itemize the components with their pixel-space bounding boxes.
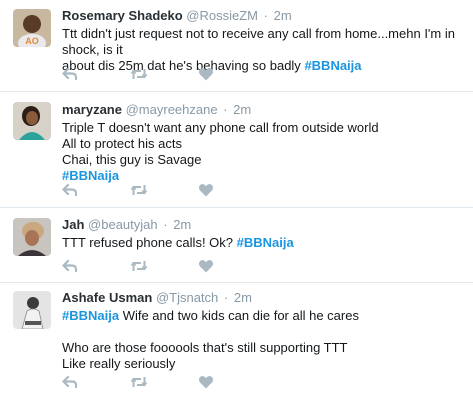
tweet-text-segment: Wife and two kids can die for all he car… <box>119 308 359 323</box>
tweet-header: Ashafe Usman @Tjsnatch · 2m <box>62 290 463 306</box>
hashtag-link[interactable]: #BBNaija <box>62 168 119 183</box>
separator: · <box>163 217 168 232</box>
tweet-header: Jah @beautyjah · 2m <box>62 217 463 233</box>
tweet[interactable]: maryzane @mayreehzane · 2m Triple T does… <box>0 92 473 208</box>
tweet-actions <box>62 258 222 274</box>
tweet-text-segment: All to protect his acts <box>62 136 182 151</box>
tweet-line: Who are those foooools that's still supp… <box>62 340 463 356</box>
hashtag-link[interactable]: #BBNaija <box>62 308 119 323</box>
heart-icon[interactable] <box>198 374 214 390</box>
separator: · <box>223 290 229 305</box>
tweet-text: Triple T doesn't want any phone call fro… <box>62 120 463 184</box>
tweet-text-segment: Chai, this guy is Savage <box>62 152 202 167</box>
heart-icon[interactable] <box>198 258 214 274</box>
tweet-feed: AO Rosemary Shadeko @RossieZM · 2m Ttt d… <box>0 0 473 400</box>
tweet-line: #BBNaija Wife and two kids can die for a… <box>62 308 463 324</box>
retweet-icon[interactable] <box>130 258 148 274</box>
tweet-line: Like really seriously <box>62 356 463 372</box>
tweet-line: Chai, this guy is Savage <box>62 152 463 168</box>
author-name[interactable]: Ashafe Usman <box>62 290 152 305</box>
avatar[interactable] <box>13 218 51 256</box>
tweet-line <box>62 324 463 340</box>
tweet-line: TTT refused phone calls! Ok? #BBNaija <box>62 235 463 251</box>
avatar[interactable] <box>13 291 51 329</box>
tweet[interactable]: Jah @beautyjah · 2m TTT refused phone ca… <box>0 208 473 283</box>
tweet-content: Rosemary Shadeko @RossieZM · 2m Ttt didn… <box>62 8 463 74</box>
timestamp[interactable]: 2m <box>173 217 191 232</box>
reply-icon[interactable] <box>62 258 78 274</box>
tweet-text-segment: Like really seriously <box>62 356 176 371</box>
avatar[interactable]: AO <box>13 9 51 47</box>
reply-icon[interactable] <box>62 374 78 390</box>
author-name[interactable]: maryzane <box>62 102 122 117</box>
tweet-text-segment: Ttt didn't just request not to receive a… <box>62 26 455 57</box>
tweet-text: TTT refused phone calls! Ok? #BBNaija <box>62 235 463 251</box>
tweet-line: Ttt didn't just request not to receive a… <box>62 26 463 58</box>
tweet-actions <box>62 66 222 82</box>
svg-text:AO: AO <box>25 36 39 46</box>
author-handle[interactable]: @mayreehzane <box>126 102 218 117</box>
author-handle[interactable]: @Tjsnatch <box>156 290 218 305</box>
separator: · <box>223 102 228 117</box>
tweet-actions <box>62 374 222 390</box>
reply-icon[interactable] <box>62 182 78 198</box>
tweet-header: maryzane @mayreehzane · 2m <box>62 102 463 118</box>
tweet-header: Rosemary Shadeko @RossieZM · 2m <box>62 8 463 24</box>
tweet[interactable]: Ashafe Usman @Tjsnatch · 2m #BBNaija Wif… <box>0 283 473 400</box>
hashtag-link[interactable]: #BBNaija <box>304 58 361 73</box>
avatar[interactable] <box>13 102 51 140</box>
tweet-text-segment: TTT refused phone calls! Ok? <box>62 235 237 250</box>
reply-icon[interactable] <box>62 66 78 82</box>
heart-icon[interactable] <box>198 182 214 198</box>
author-name[interactable]: Rosemary Shadeko <box>62 8 183 23</box>
timestamp[interactable]: 2m <box>274 8 292 23</box>
tweet-text: #BBNaija Wife and two kids can die for a… <box>62 308 463 372</box>
tweet-content: Jah @beautyjah · 2m TTT refused phone ca… <box>62 217 463 251</box>
separator: · <box>263 8 268 23</box>
tweet-content: maryzane @mayreehzane · 2m Triple T does… <box>62 102 463 184</box>
retweet-icon[interactable] <box>130 66 148 82</box>
tweet-text-segment: Triple T doesn't want any phone call fro… <box>62 120 379 135</box>
tweet[interactable]: AO Rosemary Shadeko @RossieZM · 2m Ttt d… <box>0 0 473 92</box>
author-handle[interactable]: @beautyjah <box>88 217 158 232</box>
tweet-line: Triple T doesn't want any phone call fro… <box>62 120 463 136</box>
tweet-line: All to protect his acts <box>62 136 463 152</box>
timestamp[interactable]: 2m <box>233 102 251 117</box>
tweet-actions <box>62 182 222 198</box>
tweet-text-segment: Who are those foooools that's still supp… <box>62 340 348 355</box>
timestamp[interactable]: 2m <box>234 290 252 305</box>
hashtag-link[interactable]: #BBNaija <box>237 235 294 250</box>
tweet-content: Ashafe Usman @Tjsnatch · 2m #BBNaija Wif… <box>62 290 463 372</box>
retweet-icon[interactable] <box>130 374 148 390</box>
retweet-icon[interactable] <box>130 182 148 198</box>
heart-icon[interactable] <box>198 66 214 82</box>
author-name[interactable]: Jah <box>62 217 84 232</box>
author-handle[interactable]: @RossieZM <box>186 8 258 23</box>
